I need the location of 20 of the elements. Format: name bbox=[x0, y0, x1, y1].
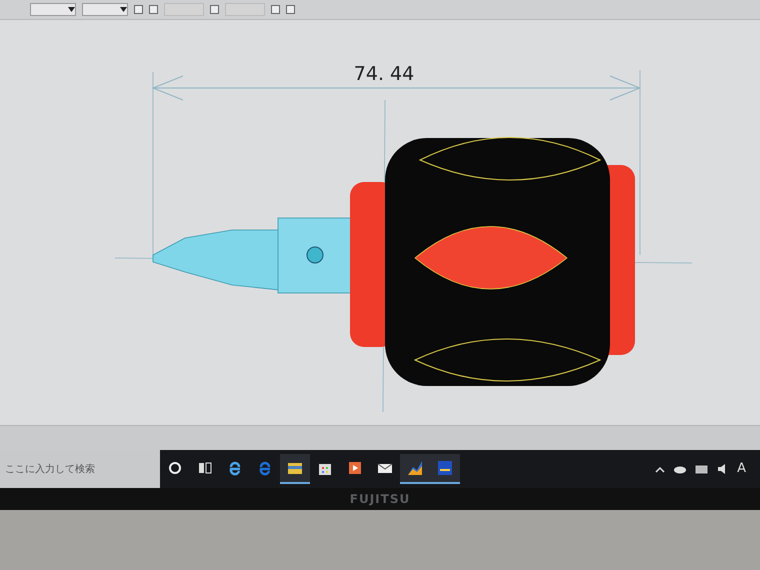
caret-icon bbox=[68, 7, 75, 12]
checkbox[interactable] bbox=[134, 5, 143, 14]
dimension-label: 74. 44 bbox=[354, 63, 414, 85]
cloud-icon[interactable] bbox=[673, 464, 688, 474]
document-app-icon bbox=[435, 458, 455, 478]
chevron-icon[interactable] bbox=[655, 466, 666, 472]
caret-icon bbox=[120, 7, 127, 12]
dropdown[interactable] bbox=[30, 3, 76, 16]
search-field[interactable]: ここに入力して検索 bbox=[0, 450, 160, 488]
brand-logo: FUJITSU bbox=[350, 491, 410, 508]
checkbox[interactable] bbox=[149, 5, 158, 14]
ime-indicator[interactable]: A bbox=[737, 459, 746, 479]
checkbox[interactable] bbox=[271, 5, 280, 14]
checkbox[interactable] bbox=[286, 5, 295, 14]
taskbar-button[interactable] bbox=[430, 454, 460, 484]
taskbar-button[interactable] bbox=[280, 454, 310, 484]
dropdown[interactable] bbox=[82, 3, 128, 16]
taskbar-button[interactable] bbox=[400, 454, 430, 484]
checkbox[interactable] bbox=[210, 5, 219, 14]
battery-icon[interactable] bbox=[695, 464, 710, 474]
